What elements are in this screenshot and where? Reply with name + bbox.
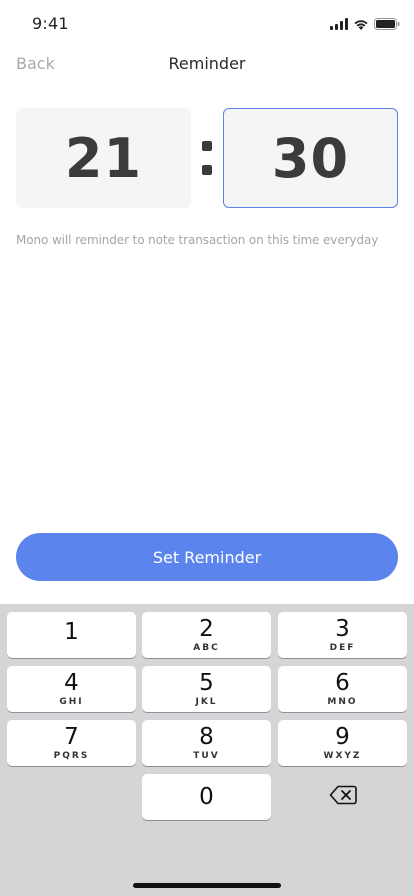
key-digit: 4 (64, 670, 79, 696)
minute-input[interactable]: 30 (223, 108, 398, 208)
key-digit: 1 (64, 619, 79, 645)
key-letters: GHI (59, 697, 84, 707)
keypad-key-2[interactable]: 2 ABC (142, 612, 271, 658)
home-indicator[interactable] (133, 883, 281, 888)
keypad-key-7[interactable]: 7 PQRS (7, 720, 136, 766)
numeric-keypad: 1 2 ABC 3 DEF 4 GHI 5 JKL 6 MNO 7 PQRS 8… (0, 604, 414, 896)
keypad-key-4[interactable]: 4 GHI (7, 666, 136, 712)
status-time: 9:41 (32, 14, 69, 33)
keypad-key-3[interactable]: 3 DEF (278, 612, 407, 658)
key-letters: JKL (195, 697, 218, 707)
key-digit: 9 (335, 724, 350, 750)
key-digit: 0 (199, 784, 214, 810)
key-letters: ABC (193, 643, 220, 653)
keypad-key-6[interactable]: 6 MNO (278, 666, 407, 712)
hour-input[interactable]: 21 (16, 108, 191, 208)
key-digit: 7 (64, 724, 79, 750)
wifi-icon (353, 15, 369, 34)
key-letters: TUV (193, 751, 220, 761)
time-separator (191, 108, 223, 208)
signal-icon (330, 15, 348, 34)
key-letters: WXYZ (323, 751, 362, 761)
key-letters: PQRS (53, 751, 90, 761)
key-digit: 8 (199, 724, 214, 750)
keypad-key-9[interactable]: 9 WXYZ (278, 720, 407, 766)
set-reminder-button[interactable]: Set Reminder (16, 533, 398, 581)
key-letters: DEF (329, 643, 356, 653)
key-letters: MNO (327, 697, 358, 707)
backspace-icon (329, 785, 357, 809)
status-icons (330, 15, 400, 34)
page-title: Reminder (168, 54, 246, 73)
status-bar: 9:41 (0, 0, 414, 44)
back-button[interactable]: Back (16, 54, 55, 73)
key-digit: 3 (335, 616, 350, 642)
keypad-key-5[interactable]: 5 JKL (142, 666, 271, 712)
backspace-key[interactable] (278, 774, 407, 820)
keypad-key-0[interactable]: 0 (142, 774, 271, 820)
keypad-key-8[interactable]: 8 TUV (142, 720, 271, 766)
key-digit: 6 (335, 670, 350, 696)
battery-icon (374, 15, 400, 34)
key-digit: 5 (199, 670, 214, 696)
key-digit: 2 (199, 616, 214, 642)
reminder-hint-text: Mono will reminder to note transaction o… (16, 233, 379, 247)
keypad-key-1[interactable]: 1 (7, 612, 136, 658)
